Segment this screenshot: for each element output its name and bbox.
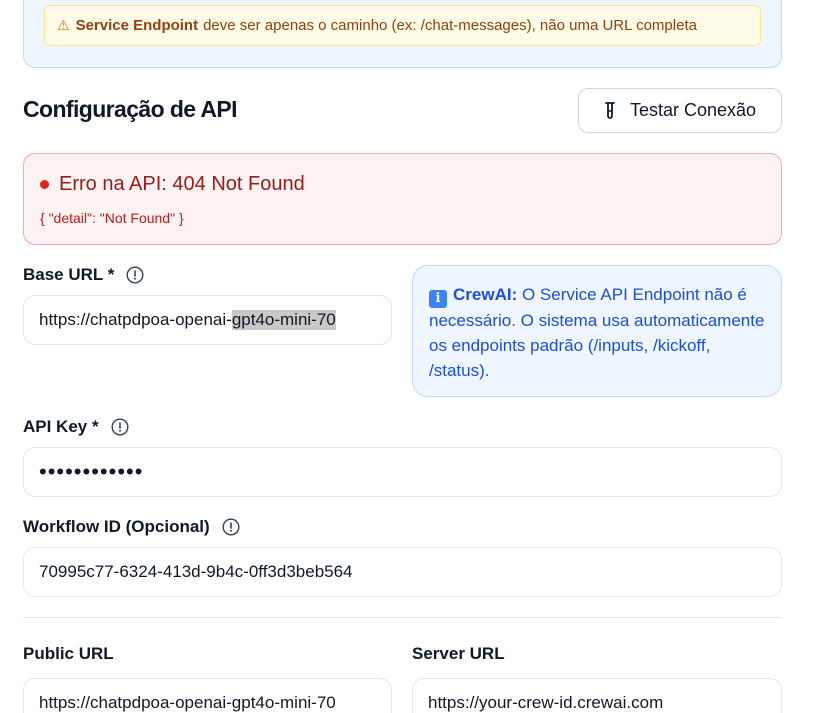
crewai-bold: CrewAI:	[453, 285, 518, 304]
crewai-info-note: i CrewAI: O Service API Endpoint não é ne…	[412, 265, 782, 397]
test-connection-button[interactable]: Testar Conexão	[578, 88, 782, 133]
server-url-input[interactable]: https://your-crew-id.crewai.com	[412, 678, 782, 713]
error-dot-icon	[40, 180, 49, 189]
api-key-label: API Key *	[23, 417, 129, 437]
error-title-text: Erro na API: 404 Not Found	[59, 173, 305, 195]
info-circle-icon[interactable]	[111, 418, 129, 436]
error-title: Erro na API: 404 Not Found	[40, 173, 305, 196]
base-url-input[interactable]: https://chatpdpoa-openai-gpt4o-mini-70	[23, 295, 392, 345]
public-url-label: Public URL	[23, 644, 114, 664]
info-circle-icon[interactable]	[222, 518, 240, 536]
service-endpoint-warning: ⚠ Service Endpoint deve ser apenas o cam…	[44, 5, 761, 46]
warning-icon: ⚠	[57, 17, 70, 33]
warning-bold: Service Endpoint	[75, 17, 199, 34]
public-url-value: https://chatpdpoa-openai-gpt4o-mini-70	[39, 693, 336, 712]
divider	[23, 617, 782, 618]
error-detail: { "detail": "Not Found" }	[40, 210, 184, 226]
workflow-id-input[interactable]: 70995c77-6324-413d-9b4c-0ff3d3beb564	[23, 547, 782, 597]
workflow-id-label: Workflow ID (Opcional)	[23, 517, 240, 537]
info-icon: i	[429, 290, 447, 308]
api-key-input[interactable]: ••••••••••••	[23, 447, 782, 497]
base-url-value: https://chatpdpoa-openai-	[39, 310, 232, 329]
warning-text: deve ser apenas o caminho (ex: /chat-mes…	[203, 17, 697, 34]
api-error-alert: Erro na API: 404 Not Found { "detail": "…	[23, 153, 782, 245]
base-url-label: Base URL *	[23, 265, 144, 285]
base-url-selected-text: gpt4o-mini-70	[231, 310, 336, 330]
workflow-id-value: 70995c77-6324-413d-9b4c-0ff3d3beb564	[39, 562, 353, 581]
server-url-value: https://your-crew-id.crewai.com	[428, 693, 664, 712]
api-key-value: ••••••••••••	[39, 459, 144, 484]
info-circle-icon[interactable]	[126, 266, 144, 284]
server-url-label: Server URL	[412, 644, 505, 664]
public-url-label-text: Public URL	[23, 644, 114, 663]
api-key-label-text: API Key *	[23, 417, 99, 436]
base-url-label-text: Base URL *	[23, 265, 115, 284]
test-tube-icon	[604, 101, 616, 121]
public-url-input[interactable]: https://chatpdpoa-openai-gpt4o-mini-70	[23, 678, 392, 713]
workflow-id-label-text: Workflow ID (Opcional)	[23, 517, 210, 536]
server-url-label-text: Server URL	[412, 644, 505, 663]
test-connection-label: Testar Conexão	[629, 100, 757, 120]
section-title: Configuração de API	[23, 96, 238, 122]
